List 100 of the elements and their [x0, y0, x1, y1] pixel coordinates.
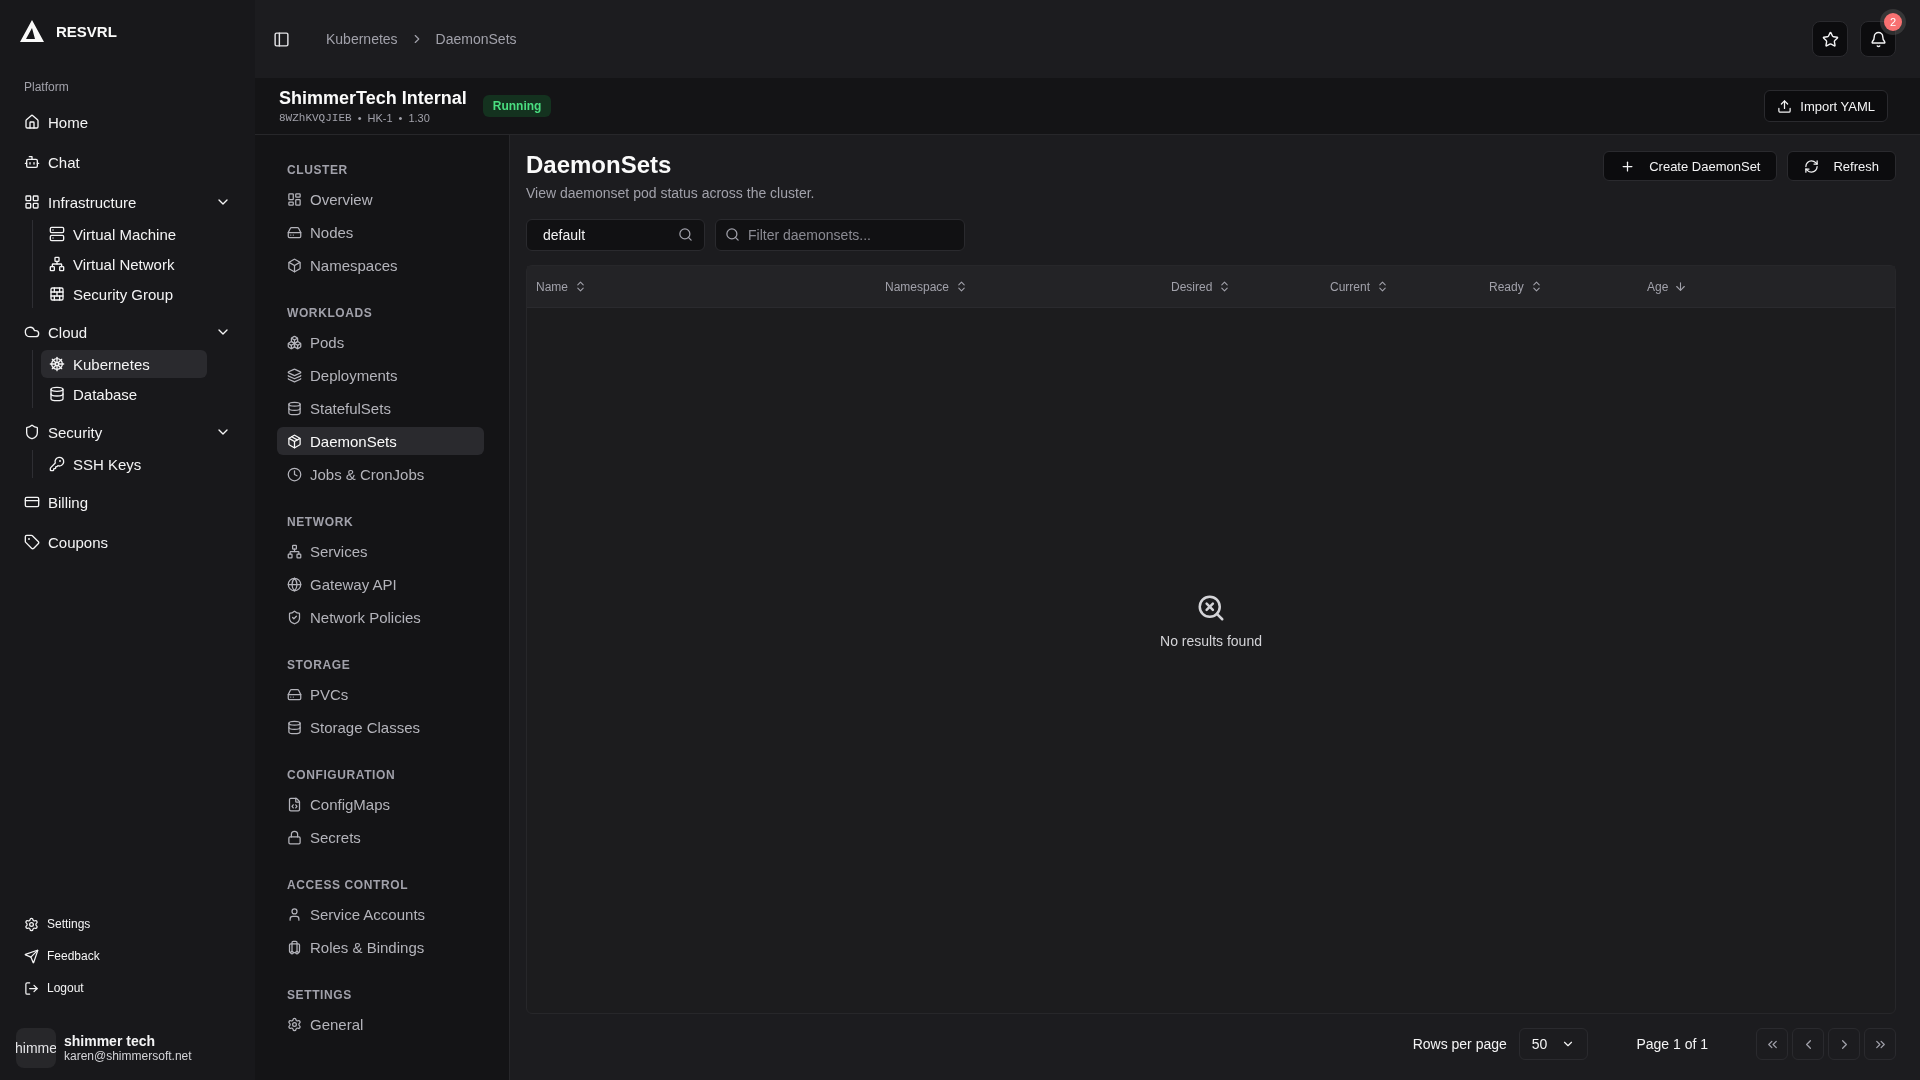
- separator-dot: •: [398, 112, 403, 124]
- import-yaml-button[interactable]: Import YAML: [1764, 90, 1888, 122]
- user-name: shimmer tech: [64, 1033, 157, 1049]
- cluster-region: HK-1: [367, 112, 393, 124]
- subnav-item[interactable]: Deployments: [277, 361, 484, 389]
- subnav-item[interactable]: Namespaces: [277, 251, 484, 279]
- send-icon: [24, 948, 39, 964]
- avatar: himme: [16, 1028, 56, 1068]
- footer-link[interactable]: Settings: [12, 910, 243, 938]
- wall-icon: [49, 286, 65, 302]
- nav-item[interactable]: Virtual Machine: [41, 220, 207, 248]
- subnav-item[interactable]: DaemonSets: [277, 427, 484, 455]
- subnav-item[interactable]: General: [277, 1010, 484, 1038]
- lock-icon: [287, 829, 302, 845]
- user-icon: [287, 906, 302, 922]
- column-header[interactable]: Age: [1647, 279, 1688, 294]
- nav-item[interactable]: Security Group: [41, 280, 207, 308]
- section-heading: CLUSTER: [286, 163, 349, 177]
- section-heading: CONFIGURATION: [286, 768, 397, 782]
- section-heading: SETTINGS: [286, 988, 353, 1002]
- cube-icon: [287, 257, 302, 273]
- package-icon: [287, 433, 302, 449]
- nav-item[interactable]: Virtual Network: [41, 250, 207, 278]
- create-button[interactable]: Create DaemonSet: [1603, 151, 1778, 181]
- star-icon: [1821, 30, 1839, 48]
- globe-icon: [287, 576, 302, 592]
- subnav-item[interactable]: StatefulSets: [277, 394, 484, 422]
- nav-item[interactable]: Database: [41, 380, 207, 408]
- home-icon: [24, 114, 40, 130]
- network-icon: [287, 543, 302, 559]
- search-icon: [678, 227, 693, 242]
- subnav-item[interactable]: Secrets: [277, 823, 484, 851]
- namespace-field[interactable]: default: [526, 219, 705, 251]
- column-header[interactable]: Current: [1330, 279, 1389, 294]
- settings-icon: [287, 1016, 302, 1032]
- sidebar-toggle-icon[interactable]: [273, 30, 290, 48]
- footer-link[interactable]: Feedback: [12, 942, 243, 970]
- section-heading: NETWORK: [286, 515, 355, 529]
- nav-item[interactable]: Kubernetes: [41, 350, 207, 378]
- settings-icon: [24, 916, 39, 932]
- page-title: DaemonSets: [526, 151, 673, 179]
- column-header[interactable]: Ready: [1489, 279, 1543, 294]
- refresh-button[interactable]: Refresh: [1787, 151, 1896, 181]
- breadcrumb-link[interactable]: Kubernetes: [326, 31, 398, 47]
- subnav-item[interactable]: Overview: [277, 185, 484, 213]
- subnav-item[interactable]: Nodes: [277, 218, 484, 246]
- search-field[interactable]: Filter daemonsets...: [715, 219, 965, 251]
- search-icon: [725, 227, 740, 242]
- notification-count: 2: [1884, 13, 1902, 31]
- shield-icon: [24, 424, 40, 440]
- section-label: Platform: [23, 80, 70, 94]
- refresh-icon: [1804, 158, 1820, 174]
- section-heading: ACCESS CONTROL: [286, 878, 410, 892]
- breadcrumb-link[interactable]: DaemonSets: [435, 31, 517, 47]
- cubes-icon: [287, 334, 302, 350]
- subnav-item[interactable]: Network Policies: [277, 603, 484, 631]
- page-subtitle: View daemonset pod status across the cluster.: [526, 185, 815, 201]
- subnav-item[interactable]: Pods: [277, 328, 484, 356]
- nav-item[interactable]: Chat: [12, 146, 243, 178]
- column-header[interactable]: Name: [536, 279, 587, 294]
- nav-item[interactable]: Infrastructure: [12, 186, 243, 218]
- cluster-id: 8WZhKVQJIEB: [279, 112, 352, 124]
- layers-icon: [287, 367, 302, 383]
- column-header[interactable]: Desired: [1171, 279, 1232, 294]
- shield-check-icon: [287, 609, 302, 625]
- network-icon: [49, 256, 65, 272]
- nav-item[interactable]: Home: [12, 106, 243, 138]
- user-email: karen@shimmersoft.net: [64, 1049, 192, 1063]
- subnav-item[interactable]: Gateway API: [277, 570, 484, 598]
- subnav-item[interactable]: Services: [277, 537, 484, 565]
- upload-icon: [1777, 98, 1793, 114]
- separator-dot: •: [357, 112, 362, 124]
- brand-name: RESVRL: [56, 22, 117, 40]
- dashboard-icon: [287, 191, 302, 207]
- subnav-item[interactable]: Roles & Bindings: [277, 933, 484, 961]
- key-icon: [49, 456, 65, 472]
- section-heading: STORAGE: [286, 658, 352, 672]
- rows-per-page-select[interactable]: 50: [1518, 1028, 1589, 1060]
- footer-link[interactable]: Logout: [12, 974, 243, 1002]
- nav-item[interactable]: Cloud: [12, 316, 243, 348]
- nav-item[interactable]: Coupons: [12, 526, 243, 558]
- logo-icon: [20, 20, 44, 42]
- nav-item[interactable]: Billing: [12, 486, 243, 518]
- column-header[interactable]: Namespace: [885, 279, 969, 294]
- database-icon: [287, 400, 302, 416]
- last-page-button[interactable]: [1864, 1028, 1896, 1060]
- subnav-item[interactable]: PVCs: [277, 680, 484, 708]
- favorite-button[interactable]: [1812, 21, 1848, 57]
- plus-icon: [1620, 158, 1636, 174]
- subnav-item[interactable]: ConfigMaps: [277, 790, 484, 818]
- subnav-item[interactable]: Jobs & CronJobs: [277, 460, 484, 488]
- nav-item[interactable]: SSH Keys: [41, 450, 207, 478]
- nav-item[interactable]: Security: [12, 416, 243, 448]
- luggage-icon: [287, 939, 302, 955]
- clock-icon: [287, 466, 302, 482]
- drive-icon: [287, 224, 302, 240]
- first-page-button[interactable]: [1756, 1028, 1788, 1060]
- subnav-item[interactable]: Service Accounts: [277, 900, 484, 928]
- subnav-item[interactable]: Storage Classes: [277, 713, 484, 741]
- rows-per-page-label: Rows per page: [1412, 1036, 1507, 1052]
